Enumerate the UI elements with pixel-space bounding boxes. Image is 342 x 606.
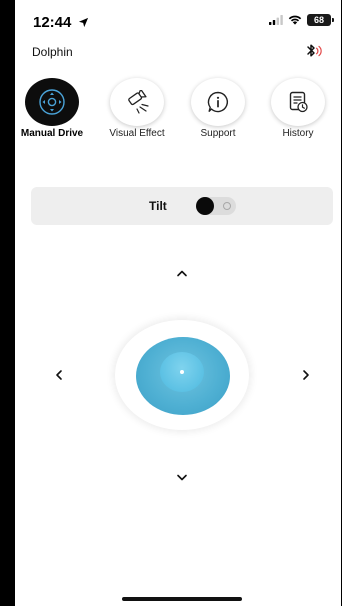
toggle-off-indicator [223, 202, 231, 210]
tab-visual-effect[interactable]: Visual Effect [95, 78, 179, 144]
tab-history[interactable]: History [256, 78, 340, 144]
tab-manual-drive-label: Manual Drive [20, 128, 84, 139]
toggle-knob [196, 197, 214, 215]
battery-icon: 68 [307, 14, 334, 26]
tab-visual-effect-circle [110, 78, 164, 126]
bluetooth-connected-icon[interactable] [303, 43, 327, 59]
status-icons: 68 [269, 14, 334, 26]
spotlight-icon [128, 90, 149, 114]
move-forward-button[interactable] [172, 263, 192, 283]
tab-manual-drive[interactable]: Manual Drive [15, 78, 94, 144]
turn-left-button[interactable] [49, 365, 69, 385]
tab-visual-effect-label: Visual Effect [109, 128, 165, 139]
device-name: Dolphin [32, 45, 73, 59]
tab-history-label: History [282, 128, 314, 139]
tab-support-label: Support [200, 128, 236, 139]
move-backward-button[interactable] [172, 467, 192, 487]
home-indicator[interactable] [122, 597, 242, 601]
tilt-bar: Tilt [31, 187, 333, 225]
info-icon [207, 91, 229, 113]
app-screen: 12:44 68 Dolphin Manual Drive Visual Eff… [15, 0, 341, 606]
tab-manual-drive-circle [25, 78, 79, 126]
tilt-label: Tilt [149, 199, 167, 213]
status-bar: 12:44 68 [15, 0, 341, 44]
tab-history-circle [271, 78, 325, 126]
status-time-text: 12:44 [33, 14, 72, 31]
turn-right-button[interactable] [296, 365, 316, 385]
tab-support-circle [191, 78, 245, 126]
chevron-right-icon [303, 370, 309, 380]
mode-tabs: Manual Drive Visual Effect Support Histo… [15, 78, 341, 148]
chevron-down-icon [177, 474, 187, 481]
wifi-icon [288, 15, 302, 25]
signal-icon [269, 15, 283, 25]
tilt-toggle[interactable] [196, 197, 236, 215]
chevron-up-icon [177, 270, 187, 277]
tab-support[interactable]: Support [176, 78, 260, 144]
chevron-left-icon [56, 370, 62, 380]
gamepad-icon [39, 89, 65, 115]
joystick-center-dot [180, 370, 184, 374]
battery-level: 68 [313, 15, 324, 25]
location-arrow-icon [78, 17, 88, 28]
document-clock-icon [289, 91, 308, 113]
status-time: 12:44 [33, 14, 89, 31]
